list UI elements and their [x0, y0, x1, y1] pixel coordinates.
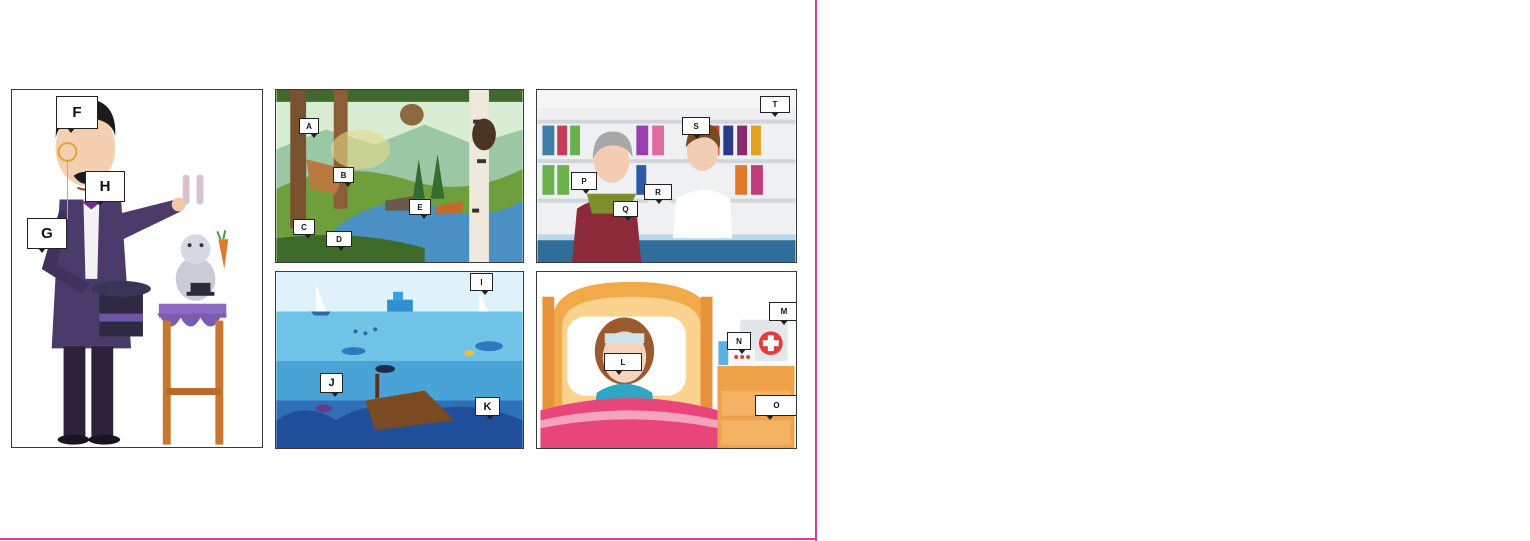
label-tag-c: C — [293, 219, 315, 239]
sick-girl-illustration — [537, 272, 796, 448]
label-tag-q: Q — [613, 201, 638, 221]
label-tag-e: E — [409, 199, 431, 219]
label-tag-s: S — [682, 117, 710, 139]
label-tag-r: R — [644, 184, 672, 204]
label-tag-d: D — [326, 231, 352, 251]
label-tag-j: J — [320, 373, 343, 397]
label-tag-g: G — [27, 218, 67, 253]
label-tag-h: H — [85, 171, 125, 206]
label-tag-f: F — [56, 96, 98, 133]
label-tag-b: B — [333, 167, 354, 187]
forest-picture: A B E C D — [275, 89, 524, 263]
magician-picture: F H G — [11, 89, 263, 448]
sea-picture: I J K — [275, 271, 524, 449]
forest-illustration — [276, 90, 523, 262]
pharmacy-picture: T S P R Q — [536, 89, 797, 263]
label-tag-i: I — [470, 273, 493, 295]
label-tag-n: N — [727, 332, 751, 354]
label-tag-p: P — [571, 172, 597, 194]
label-tag-a: A — [299, 118, 319, 138]
sea-illustration — [276, 272, 523, 448]
magician-illustration — [12, 90, 262, 447]
label-tag-m: M — [769, 302, 796, 325]
label-tag-t: T — [760, 96, 790, 117]
label-tag-l: L — [604, 353, 642, 375]
page-border-bottom — [0, 538, 817, 540]
label-tag-k: K — [475, 397, 500, 420]
label-tag-o: O — [755, 395, 796, 420]
sick-girl-picture: M N L O — [536, 271, 797, 449]
page-border-right — [815, 0, 817, 541]
